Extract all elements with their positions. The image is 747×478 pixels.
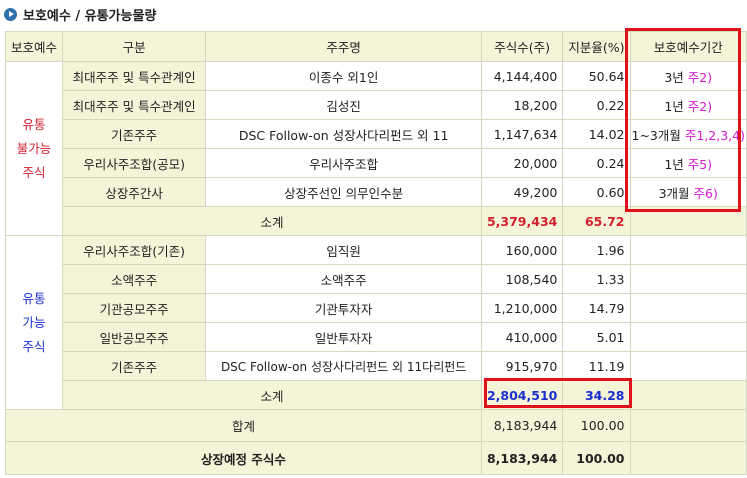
total-shares: 8,183,944 [480, 409, 564, 442]
cell-holder: 상장주선인 의무인수분 [205, 177, 482, 207]
subtotal-shares: 5,379,434 [480, 206, 564, 236]
header-shares: 주식수(주) [480, 31, 564, 62]
section-title-text: 보호예수 / 유통가능물량 [23, 8, 157, 24]
cell-holder: 일반투자자 [205, 322, 482, 352]
table-row: 우리사주조합(공모) 우리사주조합 20,000 0.24 1년 주5) [6, 148, 747, 178]
table-row: 기존주주 DSC Follow-on 성장사다리펀드 외 11다리펀드 915,… [6, 351, 747, 381]
cell-category: 일반공모주주 [62, 322, 207, 352]
cell-holder: 이종수 외1인 [205, 61, 482, 91]
header-lockup: 보호예수 [4, 31, 64, 62]
table-row: 유통 가능 주식 우리사주조합(기존) 임직원 160,000 1.96 [4, 235, 747, 410]
cell-period [629, 264, 747, 294]
cell-category: 우리사주조합(기존) [62, 235, 207, 265]
cell-ratio: 14.02 [562, 119, 631, 149]
cell-shares: 915,970 [480, 351, 564, 381]
cell-category: 기관공모주주 [62, 293, 207, 323]
cell-ratio: 5.01 [562, 322, 631, 352]
cell-shares: 160,000 [480, 235, 564, 265]
cell-category: 기존주주 [62, 351, 207, 381]
cell-period: 3개월 주6) [629, 177, 747, 207]
cell-category: 우리사주조합(공모) [62, 148, 207, 178]
cell-category: 상장주간사 [62, 177, 207, 207]
cell-ratio: 14.79 [562, 293, 631, 323]
table-row: 기관공모주주 기관투자자 1,210,000 14.79 [6, 293, 747, 323]
cell-category: 소액주주 [62, 264, 207, 294]
listing-shares: 8,183,944 [480, 441, 564, 475]
lockup-table: 보호예수 구분 주주명 주식수(주) 지분율(%) 보호예수기간 유통 불가능 주식… [4, 31, 747, 475]
tradable-group-label: 유통 가능 주식 [4, 235, 64, 410]
cell-period: 1~3개월 주1,2,3,4) [629, 119, 747, 149]
cell-holder: 소액주주 [205, 264, 482, 294]
cell-period: 1년 주2) [629, 90, 747, 120]
cell-period [629, 293, 747, 323]
cell-holder: 임직원 [205, 235, 482, 265]
table-row: 상장주간사 상장주선인 의무인수분 49,200 0.60 3개월 주6) [6, 177, 747, 207]
listing-row: 상장예정 주식수 8,183,944 100.00 [5, 441, 747, 475]
subtotal-label: 소계 [62, 206, 482, 236]
table-row: 유통 불가능 주식 최대주주 및 특수관계인 이종수 외1인 4,144,400 5… [4, 61, 747, 236]
cell-category: 최대주주 및 특수관계인 [62, 61, 207, 91]
subtotal-ratio: 34.28 [562, 380, 631, 410]
listing-period [629, 441, 747, 475]
cell-holder: DSC Follow-on 성장사다리펀드 외 11 [205, 119, 482, 149]
cell-category: 최대주주 및 특수관계인 [62, 90, 207, 120]
total-ratio: 100.00 [562, 409, 631, 442]
locked-group-label: 유통 불가능 주식 [4, 61, 64, 236]
cell-period: 3년 주2) [629, 61, 747, 91]
table-row: 소액주주 소액주주 108,540 1.33 [6, 264, 747, 294]
table-row: 일반공모주주 일반투자자 410,000 5.01 [6, 322, 747, 352]
cell-period [629, 322, 747, 352]
play-circle-icon [4, 7, 17, 21]
cell-shares: 18,200 [480, 90, 564, 120]
cell-period [629, 351, 747, 381]
table-row: 최대주주 및 특수관계인 김성진 18,200 0.22 1년 주2) [6, 90, 747, 120]
cell-ratio: 0.60 [562, 177, 631, 207]
subtotal-period [629, 380, 747, 410]
subtotal-shares: 2,804,510 [480, 380, 564, 410]
subtotal-ratio: 65.72 [562, 206, 631, 236]
subtotal-row: 소계 2,804,510 34.28 [6, 380, 747, 410]
cell-ratio: 1.33 [562, 264, 631, 294]
cell-ratio: 50.64 [562, 61, 631, 91]
cell-shares: 410,000 [480, 322, 564, 352]
subtotal-label: 소계 [62, 380, 482, 410]
cell-shares: 1,210,000 [480, 293, 564, 323]
cell-period: 1년 주5) [629, 148, 747, 178]
section-title: 보호예수 / 유통가능물량 [4, 5, 157, 24]
cell-shares: 1,147,634 [480, 119, 564, 149]
total-period [629, 409, 747, 442]
cell-ratio: 0.24 [562, 148, 631, 178]
total-row: 합계 8,183,944 100.00 [5, 409, 747, 442]
cell-ratio: 0.22 [562, 90, 631, 120]
cell-shares: 108,540 [480, 264, 564, 294]
cell-ratio: 11.19 [562, 351, 631, 381]
cell-ratio: 1.96 [562, 235, 631, 265]
cell-category: 기존주주 [62, 119, 207, 149]
listing-label: 상장예정 주식수 [5, 441, 482, 475]
table-row: 기존주주 DSC Follow-on 성장사다리펀드 외 11 1,147,63… [6, 119, 747, 149]
cell-holder: DSC Follow-on 성장사다리펀드 외 11다리펀드 [205, 351, 482, 381]
cell-shares: 4,144,400 [480, 61, 564, 91]
header-holder: 주주명 [205, 31, 482, 62]
total-label: 합계 [5, 409, 482, 442]
cell-shares: 20,000 [480, 148, 564, 178]
table-header-row: 보호예수 구분 주주명 주식수(주) 지분율(%) 보호예수기간 [4, 31, 747, 62]
cell-shares: 49,200 [480, 177, 564, 207]
subtotal-period [629, 206, 747, 236]
cell-holder: 기관투자자 [205, 293, 482, 323]
cell-period [629, 235, 747, 265]
header-category: 구분 [62, 31, 207, 62]
header-ratio: 지분율(%) [562, 31, 631, 62]
listing-ratio: 100.00 [562, 441, 631, 475]
cell-holder: 김성진 [205, 90, 482, 120]
subtotal-row: 소계 5,379,434 65.72 [6, 206, 747, 236]
header-period: 보호예수기간 [629, 31, 747, 62]
cell-holder: 우리사주조합 [205, 148, 482, 178]
